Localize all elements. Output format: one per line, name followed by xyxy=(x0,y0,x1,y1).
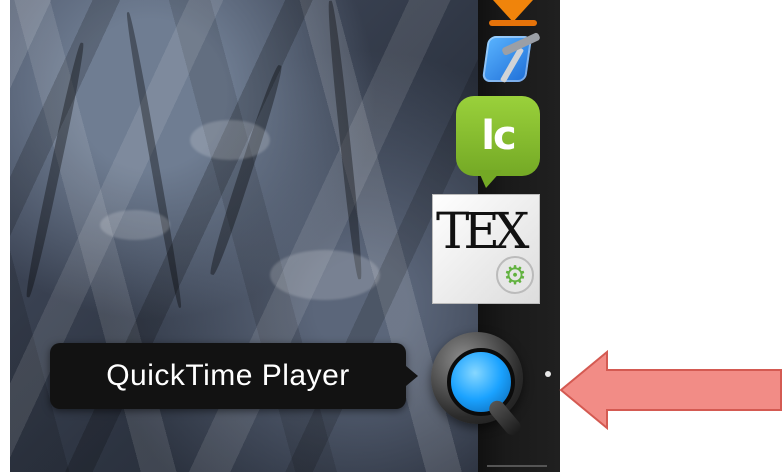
xcode-icon[interactable] xyxy=(481,30,543,88)
tooltip-pointer xyxy=(406,366,418,386)
gear-icon: ⚙ xyxy=(496,256,534,294)
running-indicator-dot xyxy=(545,371,551,377)
tooltip-label: QuickTime Player xyxy=(106,359,350,392)
livecode-logo-text: lc xyxy=(481,113,516,159)
livecode-icon[interactable]: lc xyxy=(456,96,540,188)
dock-tooltip: QuickTime Player xyxy=(50,343,418,409)
dock-divider xyxy=(487,465,547,467)
tex-logo-text: TEX xyxy=(436,202,529,260)
vlc-icon[interactable] xyxy=(487,0,539,26)
annotation-arrow xyxy=(559,349,782,431)
quicktime-icon[interactable] xyxy=(425,322,537,439)
tex-icon[interactable]: TEX ⚙ xyxy=(432,194,540,304)
